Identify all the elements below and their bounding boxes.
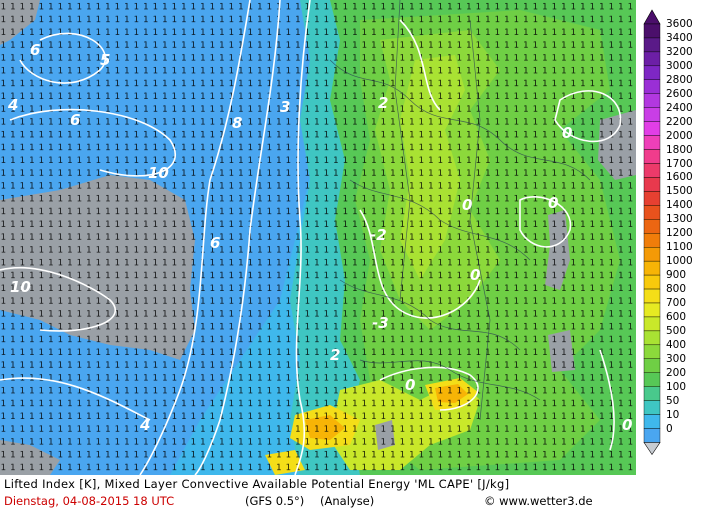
contour-label: 0 bbox=[470, 266, 480, 284]
colorbar-swatch bbox=[643, 135, 661, 150]
colorbar-label: 2000 bbox=[666, 129, 693, 142]
colorbar-swatch bbox=[643, 358, 661, 373]
colorbar-label: 600 bbox=[666, 310, 687, 323]
contour-label: 3 bbox=[280, 98, 290, 116]
contour-label: 0 bbox=[562, 124, 572, 142]
colorbar-swatch bbox=[643, 79, 661, 94]
colorbar-label: 2200 bbox=[666, 115, 693, 128]
colorbar-swatch bbox=[643, 274, 661, 290]
colorbar-swatch bbox=[643, 260, 661, 276]
colorbar-swatch bbox=[643, 149, 661, 164]
colorbar-label: 1000 bbox=[666, 255, 693, 268]
colorbar-swatch bbox=[643, 400, 661, 415]
colorbar-swatch bbox=[643, 344, 661, 360]
colorbar-swatch bbox=[643, 163, 661, 178]
colorbar-label: 0 bbox=[666, 422, 673, 435]
colorbar-swatch bbox=[643, 386, 661, 401]
colorbar-label: 2400 bbox=[666, 101, 693, 114]
colorbar-swatch bbox=[643, 65, 661, 80]
colorbar-label: 1300 bbox=[666, 213, 693, 226]
colorbar-swatch bbox=[643, 316, 661, 332]
lifted-index-overlay bbox=[0, 0, 636, 475]
colorbar-swatch bbox=[643, 107, 661, 122]
credit-link[interactable]: © www.wetter3.de bbox=[484, 494, 593, 508]
colorbar-swatch bbox=[643, 191, 661, 206]
colorbar-label: 3000 bbox=[666, 59, 693, 72]
contour-label: -2 bbox=[370, 226, 387, 244]
colorbar-swatch bbox=[643, 246, 661, 262]
colorbar-top-arrow bbox=[643, 9, 661, 25]
colorbar-label: 2800 bbox=[666, 73, 693, 86]
valid-date: Dienstag, 04-08-2015 18 UTC bbox=[4, 494, 175, 508]
run-type: (Analyse) bbox=[320, 494, 375, 508]
cape-lifted-index-map: 1 bbox=[0, 0, 636, 475]
colorbar-bottom-arrow bbox=[643, 442, 661, 456]
contour-label: 6 bbox=[70, 111, 80, 129]
contour-label: 6 bbox=[30, 41, 40, 59]
colorbar-swatch bbox=[643, 428, 661, 443]
contour-label: 4 bbox=[7, 96, 18, 114]
colorbar-label: 3600 bbox=[666, 18, 693, 30]
colorbar-swatch bbox=[643, 302, 661, 318]
contour-label: 2 bbox=[378, 94, 388, 112]
colorbar-label: 3400 bbox=[666, 31, 693, 44]
colorbar-swatch bbox=[643, 414, 661, 429]
colorbar-label: 1400 bbox=[666, 199, 693, 212]
colorbar-swatch bbox=[643, 288, 661, 304]
colorbar-label: 1800 bbox=[666, 143, 693, 156]
colorbar-label: 3200 bbox=[666, 45, 693, 58]
colorbar-label: 400 bbox=[666, 338, 687, 351]
colorbar-label: 2600 bbox=[666, 87, 693, 100]
map-title: Lifted Index [K], Mixed Layer Convective… bbox=[4, 477, 510, 491]
colorbar-swatch bbox=[643, 37, 661, 53]
cape-colorbar-legend: 3600 3400 3200 3000 2800 2600 2400 2200 2000 1800… bbox=[636, 0, 704, 475]
colorbar-swatch bbox=[643, 205, 661, 220]
model-name: (GFS 0.5°) bbox=[245, 494, 305, 508]
contour-label: 4 bbox=[139, 416, 150, 434]
colorbar-label: 200 bbox=[666, 366, 687, 379]
colorbar-swatch bbox=[643, 233, 661, 248]
colorbar-swatch bbox=[643, 330, 661, 346]
colorbar-label: 10 bbox=[666, 408, 680, 421]
colorbar-label: 1600 bbox=[666, 171, 693, 184]
colorbar-label: 700 bbox=[666, 297, 687, 309]
contour-label: -3 bbox=[372, 314, 389, 332]
contour-label: 10 bbox=[10, 278, 31, 296]
colorbar-swatch bbox=[643, 93, 661, 108]
colorbar-swatch bbox=[643, 372, 661, 387]
contour-label: 10 bbox=[148, 164, 169, 182]
colorbar-label: 1200 bbox=[666, 227, 693, 240]
colorbar-swatch bbox=[643, 219, 661, 234]
colorbar-label: 500 bbox=[666, 324, 687, 337]
colorbar-label: 1500 bbox=[666, 185, 693, 198]
contour-label: 0 bbox=[548, 194, 558, 212]
colorbar-swatch bbox=[643, 51, 661, 67]
contour-label: 0 bbox=[622, 416, 632, 434]
contour-label: 0 bbox=[405, 376, 415, 394]
colorbar-swatch bbox=[643, 23, 661, 39]
contour-label: 0 bbox=[462, 196, 472, 214]
colorbar-label: 1100 bbox=[666, 241, 693, 254]
colorbar-label: 300 bbox=[666, 352, 687, 365]
map-footer: Lifted Index [K], Mixed Layer Convective… bbox=[0, 475, 704, 513]
colorbar-swatch bbox=[643, 177, 661, 192]
contour-label: 6 bbox=[210, 234, 220, 252]
contour-label: 2 bbox=[330, 346, 340, 364]
contour-label: 8 bbox=[232, 114, 242, 132]
colorbar-label: 800 bbox=[666, 283, 687, 296]
colorbar-swatch bbox=[643, 121, 661, 136]
colorbar-label: 50 bbox=[666, 394, 680, 407]
colorbar-label: 900 bbox=[666, 269, 687, 282]
contour-label: 5 bbox=[100, 51, 110, 69]
colorbar-label: 100 bbox=[666, 380, 687, 393]
colorbar-label: 1700 bbox=[666, 157, 693, 170]
